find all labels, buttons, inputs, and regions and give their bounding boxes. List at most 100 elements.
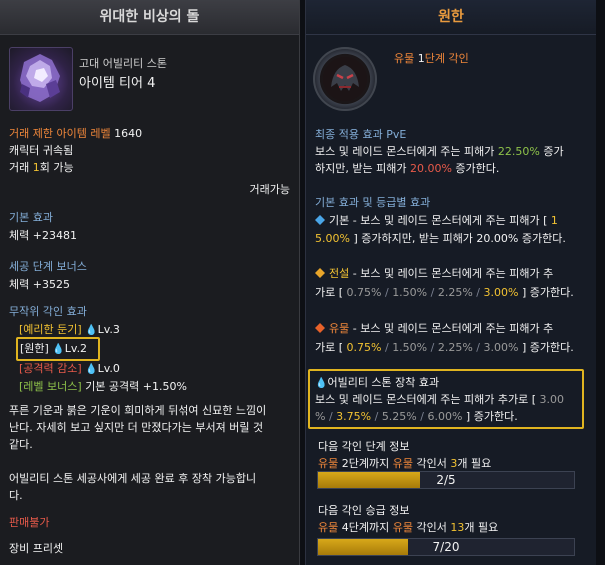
- stone-effect-line: % / 3.75% / 5.25% / 6.00% ] 증가한다.: [315, 410, 518, 423]
- engraving-name: [예리한 둔기]: [19, 323, 82, 336]
- engraving-level: Lv.0: [97, 362, 120, 375]
- final-effect-label: 최종 적용 효과 PvE: [315, 126, 406, 142]
- text: - 보스 및 레이드 몬스터에게 주는 피해가 추: [349, 267, 554, 280]
- item-tier: 아이템 티어 4: [79, 76, 156, 91]
- stage-number: 1: [417, 52, 425, 65]
- value: 1: [550, 214, 558, 227]
- base-effect-label: 기본 효과: [9, 211, 53, 224]
- text: 개 필요: [464, 521, 499, 534]
- water-drop-icon: 💧: [315, 378, 328, 389]
- engraving-row-3: [공격력 감소] 💧Lv.0: [19, 360, 120, 376]
- trade-prefix: 거래: [9, 161, 30, 174]
- grade-progress-bar: 7/20: [317, 538, 575, 556]
- level-requirement: 거래 제한 아이템 레벨 1640: [9, 125, 142, 141]
- water-drop-icon: 💧: [52, 344, 65, 355]
- basic-effect-line: 기본 - 보스 및 레이드 몬스터에게 주는 피해가 [ 1: [315, 212, 558, 228]
- damage-taken-value: 20.00%: [409, 162, 452, 175]
- basic-tag: 기본: [329, 214, 350, 227]
- tradeable-label: 거래가능: [249, 183, 290, 196]
- engraving-name: [원한]: [20, 342, 49, 355]
- damage-up-value: 22.50%: [497, 145, 540, 158]
- level-bonus-name: [레벨 보너스]: [19, 380, 82, 393]
- text: ] 증가한다.: [521, 286, 574, 299]
- not-sellable-label: 판매불가: [9, 516, 50, 529]
- grade: 유물: [392, 521, 413, 534]
- value: 3.00%: [483, 341, 519, 354]
- text: 개 필요: [457, 457, 492, 470]
- equip-note-line: 다.: [9, 489, 23, 502]
- relic-diamond-icon: [315, 323, 325, 333]
- text: 2단계까지: [341, 457, 390, 470]
- engraving-tooltip-panel: 원한 유물 1단계 각인 최종 적용 효과 PvE 보스 및 레이드 몬스터에게…: [305, 0, 596, 565]
- level-bonus-row: [레벨 보너스] 기본 공격력 +1.50%: [19, 378, 187, 394]
- value: 3.00: [539, 393, 565, 406]
- text: ] 증가한다.: [465, 410, 518, 423]
- water-drop-icon: 💧: [85, 325, 98, 336]
- relic-tag: 유물: [329, 322, 350, 335]
- text: ] 증가한다.: [521, 341, 574, 354]
- level-req-value: 1640: [114, 127, 143, 140]
- value: 5.25%: [381, 410, 417, 423]
- value: 0.75%: [346, 286, 382, 299]
- item-title: 위대한 비상의 돌: [0, 0, 299, 35]
- value: 1.50%: [392, 286, 428, 299]
- engraving-level: Lv.2: [64, 342, 88, 355]
- grade: 유물: [392, 457, 413, 470]
- text: 어빌리티 스톤 장착 효과: [327, 376, 440, 389]
- grade-effects-label: 기본 효과 및 등급별 효과: [315, 196, 431, 209]
- item-category: 고대 어빌리티 스톤: [79, 57, 167, 70]
- text: 각인서: [416, 521, 447, 534]
- next-stage-label: 다음 각인 단계 정보: [318, 440, 410, 453]
- value: 6.00%: [427, 410, 463, 423]
- engraving-name: [공격력 감소]: [19, 362, 82, 375]
- text: 가로 [: [315, 286, 344, 299]
- text: 하지만, 받는 피해가: [315, 162, 407, 175]
- stone-effect-line: 보스 및 레이드 몬스터에게 주는 피해가 추가로 [ 3.00: [315, 391, 564, 407]
- water-drop-icon: 💧: [85, 364, 98, 375]
- engraving-row-2: [원한] 💧Lv.2: [20, 340, 87, 356]
- legend-effect-line: 가로 [ 0.75% / 1.50% / 2.25% / 3.00% ] 증가한…: [315, 286, 574, 299]
- stone-effect-label: 💧어빌리티 스톤 장착 효과: [315, 374, 439, 390]
- craft-bonus-label: 세공 단계 보너스: [9, 260, 87, 273]
- value: 2.25%: [437, 341, 473, 354]
- next-grade-req: 유물 4단계까지 유물 각인서 13개 필요: [318, 519, 498, 535]
- text: 4단계까지: [341, 521, 390, 534]
- relic-effect-line: 가로 [ 0.75% / 1.50% / 2.25% / 3.00% ] 증가한…: [315, 341, 574, 354]
- value: 2.25%: [437, 286, 473, 299]
- pve-tag: PvE: [386, 128, 407, 141]
- grade: 유물: [318, 521, 339, 534]
- basic-diamond-icon: [315, 215, 325, 225]
- grade: 유물: [318, 457, 339, 470]
- legend-effect-line: 전설 - 보스 및 레이드 몬스터에게 주는 피해가 추: [315, 265, 553, 281]
- text: - 보스 및 레이드 몬스터에게 주는 피해가 [: [349, 214, 548, 227]
- random-engraving-label: 무작위 각인 효과: [9, 305, 87, 318]
- ability-stone-icon: [9, 47, 73, 111]
- stage-suffix: 단계 각인: [424, 52, 469, 65]
- relic-effect-line: 유물 - 보스 및 레이드 몬스터에게 주는 피해가 추: [315, 320, 553, 336]
- grudge-engraving-icon: [313, 47, 377, 111]
- engraving-stage: 유물 1단계 각인: [394, 50, 469, 66]
- basic-effect-line: 5.00% ] 증가하지만, 받는 피해가 20.00% 증가한다.: [315, 230, 566, 246]
- flavor-text-line: 난다. 자세히 보고 싶지만 더 만졌다가는 부서져 버릴 것: [9, 421, 264, 434]
- value: 5.00%: [315, 232, 350, 245]
- text: 각인서: [416, 457, 447, 470]
- base-effect-stat: 체력 +23481: [9, 229, 77, 242]
- equipment-preset-label: 장비 프리셋: [9, 542, 64, 555]
- text: 가로 [: [315, 341, 344, 354]
- text: - 보스 및 레이드 몬스터에게 주는 피해가 추: [349, 322, 554, 335]
- legend-diamond-icon: [315, 268, 325, 278]
- craft-bonus-stat: 체력 +3525: [9, 278, 70, 291]
- final-effect-line: 보스 및 레이드 몬스터에게 주는 피해가 22.50% 증가: [315, 143, 564, 159]
- next-grade-label: 다음 각인 승급 정보: [318, 504, 410, 517]
- engraving-title: 원한: [306, 0, 596, 35]
- final-effect-line: 하지만, 받는 피해가 20.00% 증가한다.: [315, 160, 499, 176]
- level-req-label: 거래 제한 아이템 레벨: [9, 127, 111, 140]
- next-stage-req: 유물 2단계까지 유물 각인서 3개 필요: [318, 455, 491, 471]
- trade-count: 1: [32, 161, 40, 174]
- trade-limit: 거래 1회 가능: [9, 159, 74, 175]
- value: %: [315, 410, 326, 423]
- final-label: 최종 적용 효과: [315, 128, 383, 141]
- value: 3.75%: [336, 410, 372, 423]
- engraving-level: Lv.3: [97, 323, 120, 336]
- text: ] 증가하지만, 받는 피해가 20.00% 증가한다.: [353, 232, 566, 245]
